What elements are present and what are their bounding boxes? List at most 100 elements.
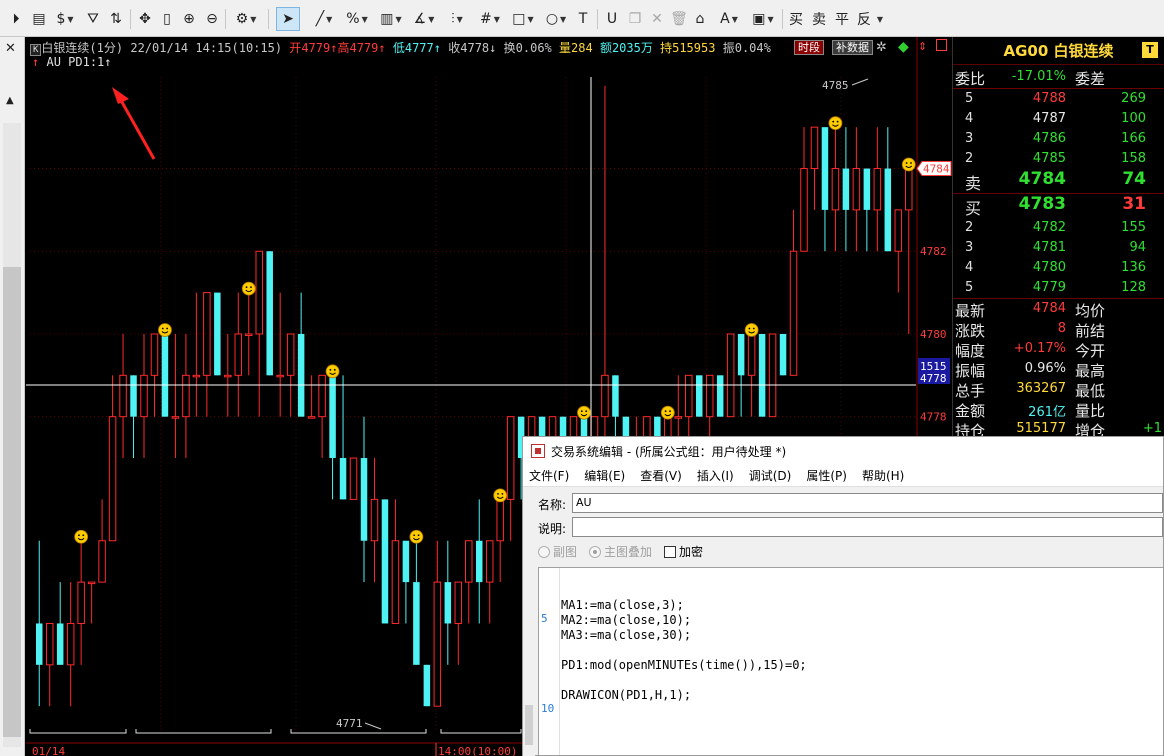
- candle: [884, 127, 892, 252]
- high-value: 4779: [349, 41, 379, 55]
- text-icon[interactable]: T: [573, 7, 593, 31]
- diamond-icon[interactable]: ◆: [898, 39, 909, 55]
- save-icon[interactable]: ▣ ▼: [747, 7, 779, 31]
- formula-editor-dialog: 交易系统编辑 - (所属公式组：用户待处理 *) 文件(F) 编辑(E) 查看(V)…: [522, 436, 1164, 756]
- page-icon[interactable]: ▤: [29, 7, 49, 31]
- scrollbar-thumb[interactable]: [3, 267, 21, 737]
- magnet-icon[interactable]: U: [602, 7, 622, 31]
- candle: [423, 664, 431, 707]
- candle-body: [884, 168, 892, 252]
- reverse-button[interactable]: 反: [854, 7, 874, 31]
- sell-button[interactable]: 卖: [809, 7, 829, 31]
- percent-icon[interactable]: % ▼: [342, 7, 372, 31]
- arrow-updown-icon[interactable]: ⇕: [918, 40, 927, 53]
- low-value: 4777: [404, 41, 434, 55]
- menu-item-6[interactable]: 帮助(H): [862, 467, 904, 484]
- name-input[interactable]: AU: [572, 493, 1163, 513]
- candle: [894, 209, 903, 293]
- circle-icon[interactable]: ○ ▼: [540, 7, 572, 31]
- period-button[interactable]: 时段: [794, 40, 824, 55]
- candle: [130, 375, 137, 459]
- date-label: 01/14: [32, 745, 65, 756]
- more-dropdown[interactable]: ▼: [874, 7, 884, 31]
- candle-body: [705, 374, 714, 418]
- menu-item-1[interactable]: 编辑(E): [584, 467, 625, 484]
- candle-body: [339, 458, 347, 500]
- scroll-up-icon[interactable]: ▲: [6, 95, 14, 106]
- trade-badge[interactable]: T: [1142, 42, 1158, 58]
- candle: [810, 126, 819, 210]
- candle-body: [286, 333, 295, 376]
- cursor-icon[interactable]: ➤: [276, 7, 300, 31]
- rect-icon[interactable]: □ ▼: [507, 7, 539, 31]
- trash-icon[interactable]: 🗑: [669, 7, 689, 31]
- toolbar: ⏵ ▤ $ ▼ ⛛ ⇅ ✥ ▯ ⊕ ⊖ ⚙ ▼ ➤ ╱ ▼ % ▼ ▥ ▼ ∡ ▼ ⫶ ▼ #…: [0, 0, 1164, 37]
- settings-icon[interactable]: ✲: [876, 40, 887, 55]
- sub-chart-radio[interactable]: 副图: [538, 543, 577, 560]
- hist-icon[interactable]: ⫶ ▼: [441, 7, 473, 31]
- smiley-icon: [241, 281, 256, 296]
- supplement-data-button[interactable]: 补数据: [832, 40, 873, 55]
- zoom-out-icon[interactable]: ⊖: [202, 7, 222, 31]
- candle-body: [433, 581, 442, 707]
- candle: [192, 292, 201, 417]
- smiley-icon: [660, 405, 675, 420]
- axis-price-label: 4780: [920, 328, 947, 341]
- buy1-row: 买 4783 31: [965, 194, 1146, 218]
- editor-scrollbar[interactable]: [523, 677, 535, 756]
- code-line[interactable]: MA2:=ma(close,10);: [561, 613, 691, 627]
- candle: [266, 251, 273, 376]
- close-icon[interactable]: ✕: [5, 41, 16, 56]
- close-chart-icon[interactable]: [936, 39, 947, 51]
- code-line[interactable]: DRAWICON(PD1,H,1);: [561, 688, 691, 702]
- dollar-icon[interactable]: $ ▼: [53, 7, 77, 31]
- candle: [150, 333, 159, 417]
- angle-icon[interactable]: ∡ ▼: [408, 7, 440, 31]
- editor-titlebar[interactable]: 交易系统编辑 - (所属公式组：用户待处理 *): [523, 437, 1163, 465]
- line-icon[interactable]: ╱ ▼: [308, 7, 340, 31]
- code-line[interactable]: MA1:=ma(close,3);: [561, 598, 684, 612]
- axis-price-label: 4782: [920, 245, 947, 258]
- candle-body: [695, 375, 703, 417]
- session-bracket: [29, 729, 127, 734]
- zoom-in-icon[interactable]: ⊕: [179, 7, 199, 31]
- main-overlay-radio[interactable]: 主图叠加: [589, 543, 652, 560]
- candle: [391, 499, 400, 624]
- annotation-arrow: [116, 94, 156, 160]
- code-line[interactable]: MA3:=ma(close,30);: [561, 628, 691, 642]
- menu-item-2[interactable]: 查看(V): [640, 467, 682, 484]
- candle: [413, 540, 420, 665]
- exchange-icon[interactable]: ⇅: [106, 7, 126, 31]
- grid-icon[interactable]: ▥ ▼: [375, 7, 407, 31]
- candle: [297, 292, 305, 417]
- smiley-icon: [409, 529, 424, 544]
- candle: [119, 333, 127, 459]
- candle-body: [318, 374, 326, 418]
- code-line[interactable]: PD1:mod(openMINUTEs(time()),15)=0;: [561, 658, 807, 672]
- candle: [339, 375, 347, 500]
- copy-icon[interactable]: ❐: [625, 7, 645, 31]
- code-editor[interactable]: 5 10 MA1:=ma(close,3); MA2:=ma(close,10); M…: [538, 567, 1163, 755]
- menu-item-0[interactable]: 文件(F): [529, 467, 569, 484]
- candle-body: [307, 416, 316, 419]
- buy-button[interactable]: 买: [786, 7, 806, 31]
- delete-icon[interactable]: ✕: [647, 7, 667, 31]
- menu-item-5[interactable]: 属性(P): [806, 467, 847, 484]
- menu-item-4[interactable]: 调试(D): [749, 467, 792, 484]
- menu-item-3[interactable]: 插入(I): [697, 467, 734, 484]
- candle: [454, 581, 463, 665]
- candle: [800, 127, 808, 252]
- desc-input[interactable]: [572, 517, 1163, 537]
- smiley-icon: [74, 529, 89, 544]
- hash-icon[interactable]: # ▼: [474, 7, 506, 31]
- flat-button[interactable]: 平: [832, 7, 852, 31]
- play-icon[interactable]: ⏵: [6, 7, 26, 31]
- lock-icon[interactable]: ⌂: [690, 7, 710, 31]
- settings-icon[interactable]: ⚙ ▼: [230, 7, 262, 31]
- encrypt-checkbox[interactable]: 加密: [664, 543, 703, 560]
- move-icon[interactable]: ✥: [135, 7, 155, 31]
- vertical-bar-icon[interactable]: ▯: [158, 7, 176, 31]
- candle-body: [758, 333, 766, 417]
- color-icon[interactable]: A ▼: [713, 7, 745, 31]
- filter-icon[interactable]: ⛛: [83, 7, 103, 31]
